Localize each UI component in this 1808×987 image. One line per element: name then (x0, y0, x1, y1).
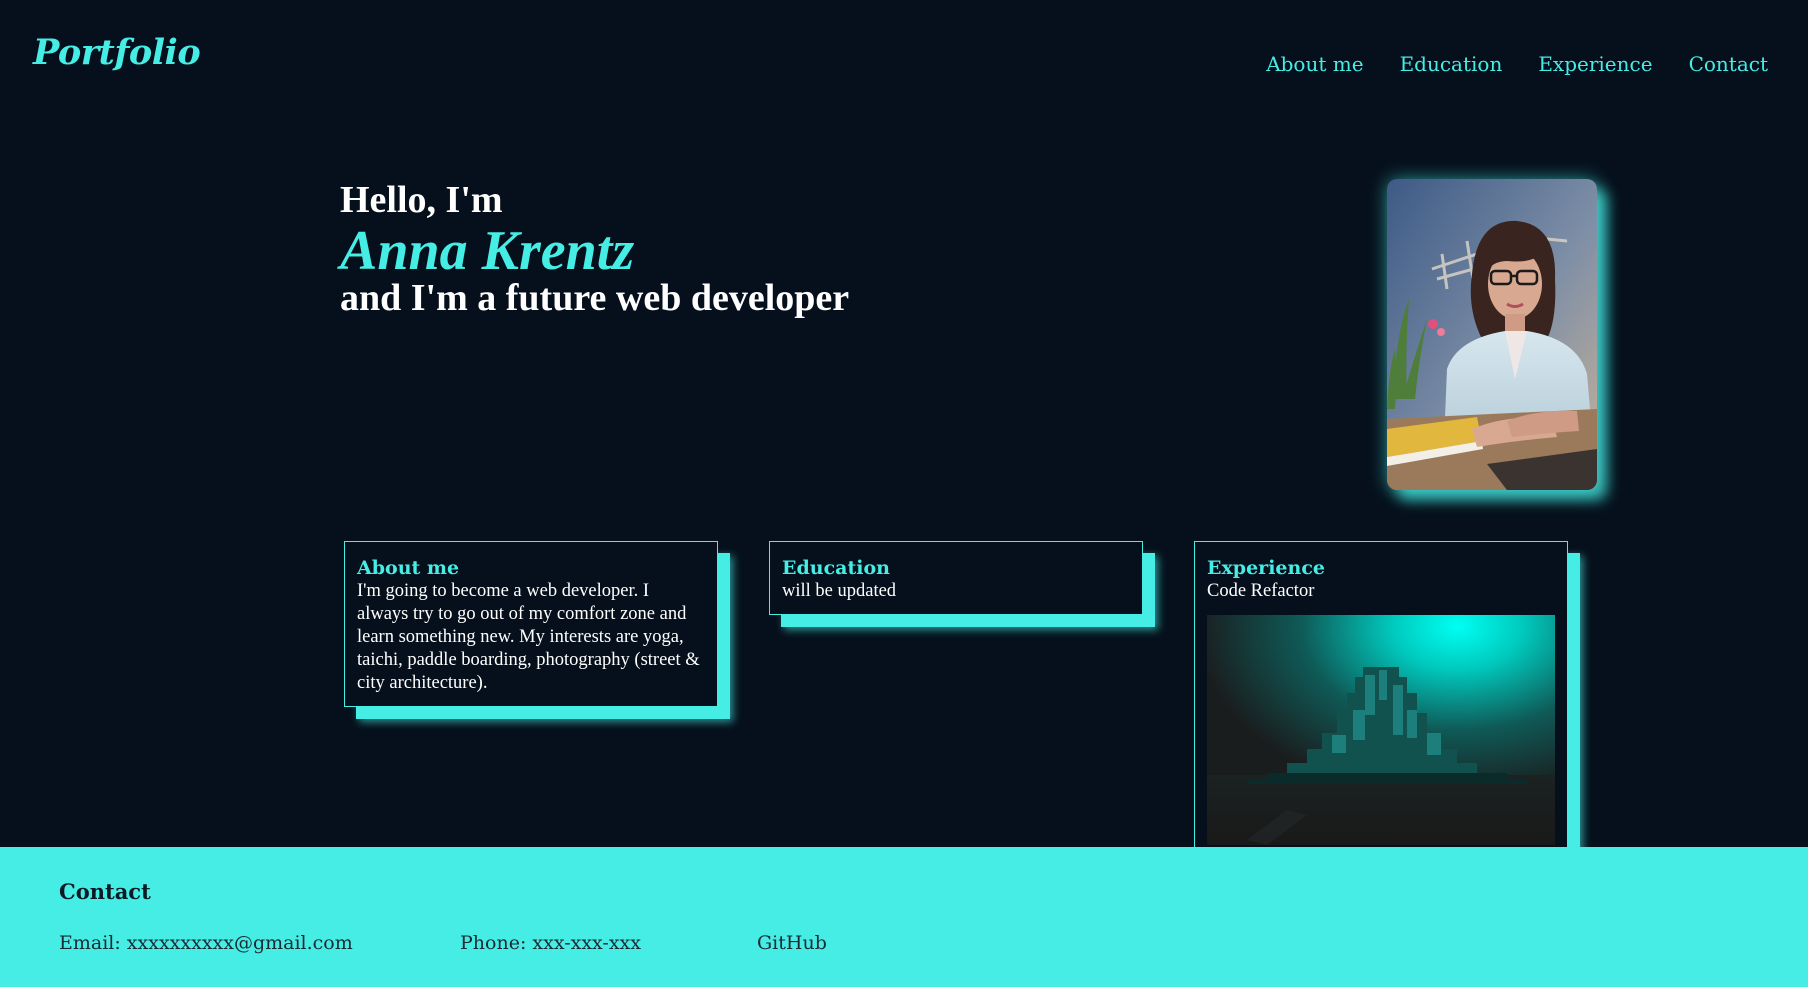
hero-greeting: Hello, I'm (340, 179, 503, 221)
education-card-text: will be updated (782, 581, 897, 601)
hero-tagline: and I'm a future web developer (340, 277, 850, 319)
nav-link-experience[interactable]: Experience (1538, 52, 1652, 76)
education-card-title: Education (782, 557, 890, 579)
education-card: Education will be updated (769, 541, 1143, 615)
experience-card-title: Experience (1207, 557, 1325, 579)
nav-link-about[interactable]: About me (1266, 52, 1363, 76)
phone-link[interactable]: Phone: xxx-xxx-xxx (460, 932, 641, 954)
experience-card: Experience Code Refactor (1194, 541, 1568, 861)
project-image[interactable] (1207, 615, 1555, 845)
profile-photo (1387, 179, 1597, 490)
main-nav: About me Education Experience Contact (1266, 52, 1768, 76)
email-link[interactable]: Email: xxxxxxxxxx@gmail.com (59, 932, 353, 954)
about-card: About me I'm going to become a web devel… (344, 541, 718, 707)
github-link[interactable]: GitHub (757, 932, 827, 954)
hero-name: Anna Krentz (340, 220, 635, 282)
experience-card-text[interactable]: Code Refactor (1207, 580, 1555, 603)
portfolio-page: Portfolio About me Education Experience … (0, 0, 1808, 987)
about-card-text: I'm going to become a web developer. I a… (357, 581, 700, 693)
about-card-title: About me (357, 557, 460, 579)
footer-title: Contact (59, 879, 151, 904)
hero-section: Hello, I'm Anna Krentz and I'm a future … (340, 178, 849, 320)
nav-link-education[interactable]: Education (1400, 52, 1503, 76)
nav-link-contact[interactable]: Contact (1689, 52, 1768, 76)
contact-footer: Contact Email: xxxxxxxxxx@gmail.com Phon… (0, 847, 1808, 987)
site-logo[interactable]: Portfolio (33, 32, 201, 73)
